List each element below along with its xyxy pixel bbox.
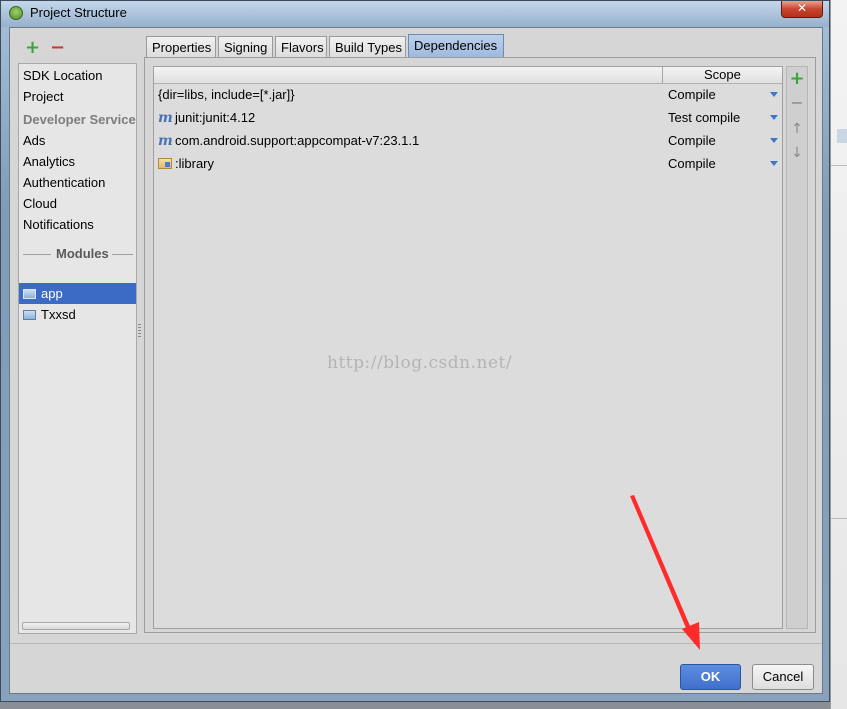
modules-label: Modules	[53, 246, 112, 262]
dependency-row[interactable]: m com.android.support:appcompat-v7:23.1.1…	[154, 129, 782, 152]
cancel-button[interactable]: Cancel	[752, 664, 814, 690]
close-button[interactable]: ✕	[781, 1, 823, 18]
footer-divider	[10, 643, 822, 644]
chevron-down-icon[interactable]	[770, 92, 778, 97]
module-folder-icon	[23, 310, 36, 320]
module-folder-icon	[158, 158, 172, 169]
title-bar[interactable]: Project Structure ✕	[1, 1, 829, 27]
chevron-down-icon[interactable]	[770, 115, 778, 120]
tab-flavors[interactable]: Flavors	[275, 36, 327, 58]
background-divider	[831, 518, 847, 519]
splitter-handle[interactable]	[138, 324, 141, 338]
maven-icon: m	[158, 110, 173, 126]
separator-line	[23, 254, 51, 255]
watermark-text: http://blog.csdn.net/	[327, 353, 513, 373]
dependencies-toolbar: + − ↑ ↓	[786, 66, 808, 629]
project-structure-sidebar: SDK Location Project Developer Services …	[18, 63, 137, 634]
module-folder-icon	[23, 289, 36, 299]
dependency-name: {dir=libs, include=[*.jar]}	[158, 87, 295, 102]
remove-module-button[interactable]: −	[50, 38, 65, 58]
add-module-button[interactable]: +	[25, 38, 40, 58]
chevron-down-icon[interactable]	[770, 138, 778, 143]
sidebar-item-project[interactable]: Project	[19, 86, 136, 107]
move-up-icon[interactable]: ↑	[787, 119, 807, 139]
remove-dependency-button[interactable]: −	[787, 93, 807, 113]
scope-value[interactable]: Compile	[668, 129, 716, 152]
dependency-name: com.android.support:appcompat-v7:23.1.1	[175, 133, 420, 148]
sidebar-horizontal-scrollbar[interactable]	[22, 622, 130, 630]
dependency-name-cell: m junit:junit:4.12	[158, 106, 255, 130]
scope-value[interactable]: Compile	[668, 152, 716, 175]
chevron-down-icon[interactable]	[770, 161, 778, 166]
dependencies-table: Scope {dir=libs, include=[*.jar]} Compil…	[153, 66, 783, 629]
sidebar-item-sdk-location[interactable]: SDK Location	[19, 65, 136, 86]
sidebar-item-authentication[interactable]: Authentication	[19, 172, 136, 193]
sidebar-item-notifications[interactable]: Notifications	[19, 214, 136, 235]
column-divider[interactable]	[662, 67, 663, 83]
table-header: Scope	[154, 67, 782, 84]
background-window-edge	[830, 0, 847, 709]
sidebar-header-developer-services: Developer Services	[23, 112, 137, 127]
sidebar-item-txxsd[interactable]: Txxsd	[19, 304, 136, 325]
scope-value[interactable]: Compile	[668, 83, 716, 106]
sidebar-item-app[interactable]: app	[19, 283, 136, 304]
tab-build-types[interactable]: Build Types	[329, 36, 406, 58]
dependency-name: junit:junit:4.12	[175, 110, 256, 125]
add-dependency-button[interactable]: +	[787, 69, 807, 89]
dependency-name-cell: m com.android.support:appcompat-v7:23.1.1	[158, 129, 419, 153]
dependency-row[interactable]: :library Compile	[154, 152, 782, 175]
dependency-row[interactable]: {dir=libs, include=[*.jar]} Compile	[154, 83, 782, 106]
project-structure-dialog: Project Structure ✕ + − SDK Location Pro…	[0, 0, 830, 702]
scope-column-header[interactable]: Scope	[704, 67, 741, 83]
window-title: Project Structure	[30, 5, 127, 20]
background-fragment	[837, 129, 847, 143]
android-studio-icon	[9, 6, 23, 20]
separator-line	[109, 254, 133, 255]
module-label: Txxsd	[41, 307, 76, 322]
sidebar-item-cloud[interactable]: Cloud	[19, 193, 136, 214]
dependency-name-cell: :library	[158, 152, 214, 175]
dependency-row[interactable]: m junit:junit:4.12 Test compile	[154, 106, 782, 129]
ok-button[interactable]: OK	[680, 664, 741, 690]
sidebar-item-analytics[interactable]: Analytics	[19, 151, 136, 172]
modules-separator: Modules	[23, 246, 133, 262]
maven-icon: m	[158, 133, 173, 149]
tab-properties[interactable]: Properties	[146, 36, 216, 58]
move-down-icon[interactable]: ↓	[787, 143, 807, 163]
tab-signing[interactable]: Signing	[218, 36, 273, 58]
background-divider	[831, 165, 847, 166]
module-label: app	[41, 286, 63, 301]
dependencies-panel: Scope {dir=libs, include=[*.jar]} Compil…	[144, 57, 816, 633]
tab-dependencies[interactable]: Dependencies	[408, 34, 504, 58]
sidebar-item-ads[interactable]: Ads	[19, 130, 136, 151]
scope-value[interactable]: Test compile	[668, 106, 740, 129]
dependency-name: :library	[175, 156, 215, 171]
